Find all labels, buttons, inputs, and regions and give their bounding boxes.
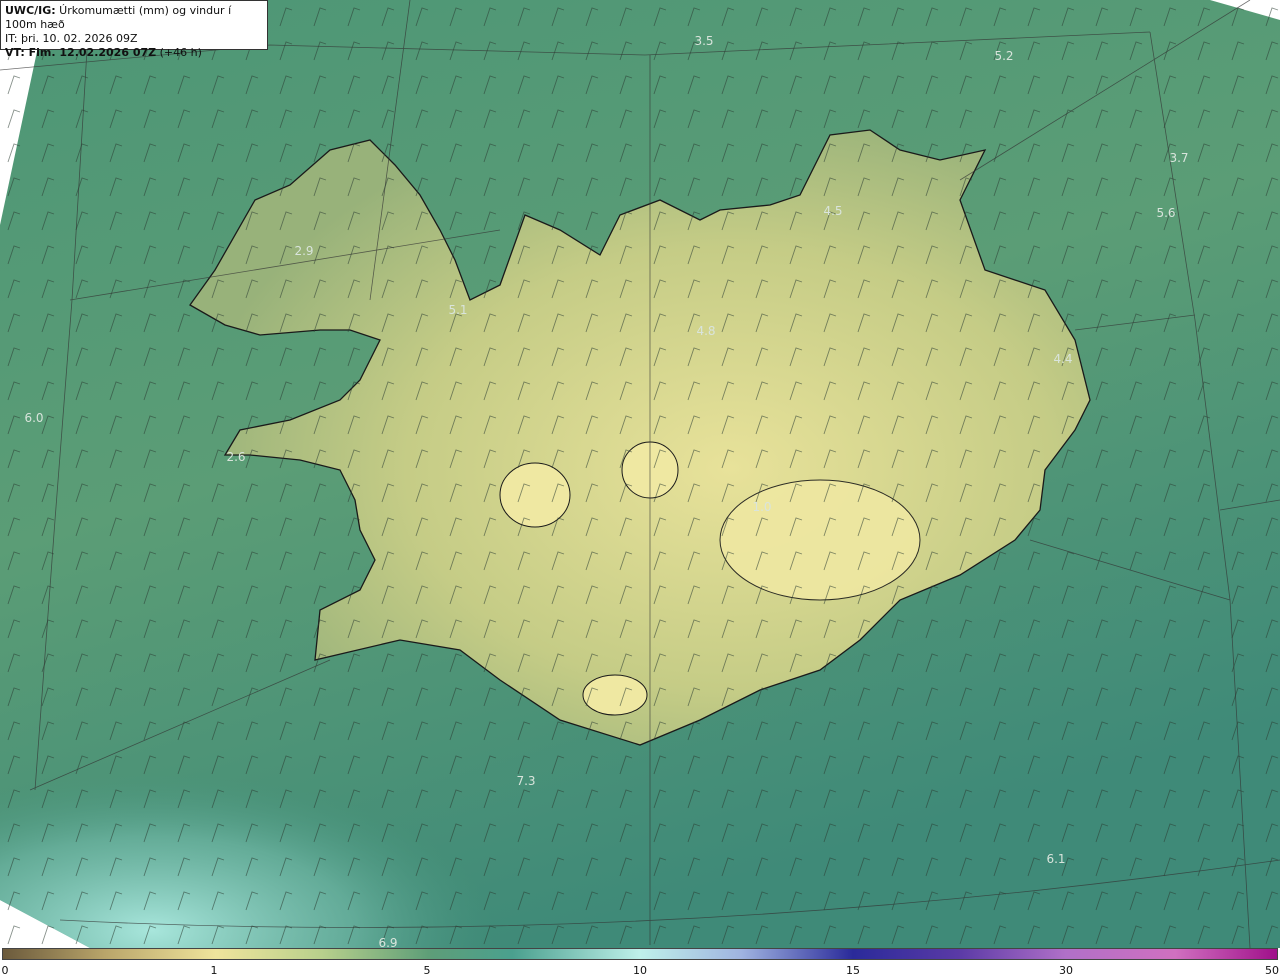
value-label: 5.1 bbox=[448, 303, 468, 317]
precipitation-wind-map bbox=[0, 0, 1280, 948]
value-label: 5.6 bbox=[1156, 206, 1176, 220]
model-label: UWC/IG: bbox=[5, 4, 56, 17]
colorbar-tick: 0 bbox=[1, 964, 9, 977]
valid-time-label: VT: Fim. 12.02.2026 07Z bbox=[5, 46, 157, 59]
value-label: 4.4 bbox=[1053, 352, 1073, 366]
value-label: 7.3 bbox=[516, 774, 536, 788]
colorbar-tick: 1 bbox=[210, 964, 218, 977]
value-label: 5.2 bbox=[994, 49, 1014, 63]
wind-barbs bbox=[0, 0, 1280, 948]
value-label: 3.5 bbox=[694, 34, 714, 48]
value-label: 6.0 bbox=[24, 411, 44, 425]
colorbar-tick: 30 bbox=[1059, 964, 1073, 977]
colorbar-tick: 5 bbox=[423, 964, 431, 977]
colorbar: 0 1 5 10 15 30 50 bbox=[0, 948, 1280, 978]
init-time: þri. 10. 02. 2026 09Z bbox=[17, 32, 138, 45]
colorbar-tick: 50 bbox=[1265, 964, 1279, 977]
value-label: 1.0 bbox=[752, 500, 772, 514]
init-time-label: IT: bbox=[5, 32, 18, 45]
value-label: 4.5 bbox=[823, 204, 843, 218]
value-label: 2.6 bbox=[226, 450, 246, 464]
colorbar-gradient bbox=[2, 948, 1278, 960]
value-label: 3.7 bbox=[1169, 151, 1189, 165]
colorbar-tick: 10 bbox=[633, 964, 647, 977]
value-label: 4.8 bbox=[696, 324, 716, 338]
colorbar-tick: 15 bbox=[846, 964, 860, 977]
value-label: 6.1 bbox=[1046, 852, 1066, 866]
value-label: 2.9 bbox=[294, 244, 314, 258]
map-header: UWC/IG: Úrkomumætti (mm) og vindur í 100… bbox=[0, 0, 268, 59]
lead-time: (+46 h) bbox=[156, 46, 202, 59]
